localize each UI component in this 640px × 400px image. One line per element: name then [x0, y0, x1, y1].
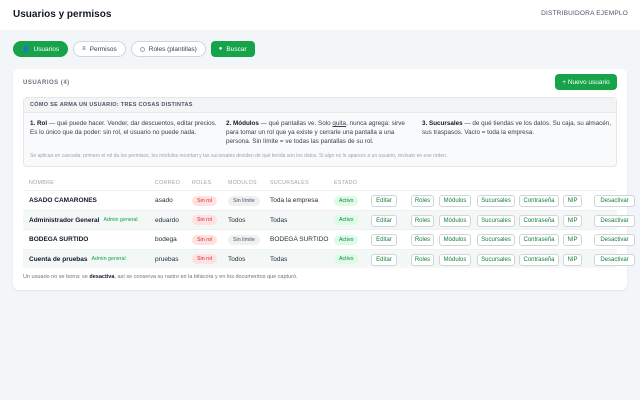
user-email: bodega	[155, 236, 177, 243]
nip-button[interactable]: NIP	[563, 234, 582, 246]
status-cell: Activo	[334, 211, 359, 230]
col-roles: ROLES	[192, 180, 212, 186]
status-badge: Activo	[334, 215, 359, 225]
new-user-button[interactable]: + Nuevo usuario	[555, 74, 617, 90]
user-email: asado	[155, 197, 173, 204]
user-name: Administrador General Admin general	[29, 216, 138, 224]
info-heading: CÓMO SE ARMA UN USUARIO: TRES COSAS DIST…	[24, 98, 616, 113]
modules-badge: Sin límite	[228, 234, 260, 245]
status-badge: Activo	[334, 234, 359, 245]
modules-cell: Todos	[228, 255, 246, 263]
tab-bar: 👤 Usuarios ≡ Permisos Roles (plantillas) ●…	[13, 41, 255, 57]
status-cell: Activo	[334, 191, 359, 210]
password-button[interactable]: Contraseña	[519, 195, 559, 207]
modules-button[interactable]: Módulos	[439, 234, 471, 246]
roles-button[interactable]: Roles	[411, 253, 434, 266]
roles-badge: Sin rol	[192, 254, 218, 264]
branches-cell: Todas	[270, 255, 288, 263]
admin-badge: Admin general	[103, 217, 138, 223]
deactivate-button[interactable]: Desactivar	[594, 195, 635, 207]
col-correo: CORREO	[155, 180, 181, 186]
users-card: USUARIOS (4) + Nuevo usuario CÓMO SE ARM…	[13, 69, 635, 290]
modules-button[interactable]: Módulos	[439, 195, 471, 207]
tab-roles[interactable]: Roles (plantillas)	[130, 41, 206, 57]
roles-cell: Sin rol	[192, 250, 218, 269]
col-sucursales: SUCURSALES	[270, 180, 309, 186]
nip-button[interactable]: NIP	[563, 195, 582, 207]
table-row: Cuenta de pruebas Admin general pruebas Sin…	[23, 248, 635, 269]
admin-badge: Admin general	[91, 256, 126, 262]
status-cell: Activo	[334, 230, 359, 249]
user-icon: 👤	[22, 46, 30, 53]
roles-badge: Sin rol	[192, 234, 218, 245]
table-header: NOMBRE CORREO ROLES MÓDULOS SUCURSALES E…	[23, 179, 617, 189]
roles-cell: Sin rol	[192, 230, 218, 249]
search-button[interactable]: ● Buscar	[210, 41, 255, 57]
table-row: Administrador General Admin general eduard…	[23, 209, 635, 230]
modules-cell: Todos	[228, 216, 246, 224]
circle-icon	[139, 46, 145, 52]
users-count-title: USUARIOS (4)	[23, 80, 70, 86]
col-estado: ESTADO	[334, 180, 358, 186]
info-footer: Se aplican en cascada: primero el rol da…	[30, 153, 448, 159]
info-rol: 1. Rol — qué puede hacer. Vender, dar de…	[30, 120, 217, 136]
nip-button[interactable]: NIP	[563, 253, 582, 266]
status-badge: Activo	[334, 254, 359, 264]
password-button[interactable]: Contraseña	[519, 234, 559, 246]
info-modulos: 2. Módulos — qué pantallas ve. Solo quit…	[226, 120, 405, 145]
lock-icon: ≡	[82, 46, 86, 52]
user-name: BODEGA SURTIDO	[29, 236, 89, 243]
roles-cell: Sin rol	[192, 191, 218, 210]
edit-button[interactable]: Editar	[371, 195, 397, 207]
col-nombre: NOMBRE	[29, 180, 55, 186]
branches-cell: Toda la empresa	[270, 197, 319, 204]
roles-badge: Sin rol	[192, 215, 218, 225]
page-title: Usuarios y permisos	[13, 9, 112, 20]
user-email: eduardo	[155, 216, 179, 224]
modules-button[interactable]: Módulos	[439, 253, 471, 266]
nip-button[interactable]: NIP	[563, 214, 582, 227]
deactivate-button[interactable]: Desactivar	[594, 214, 635, 227]
info-sucursales: 3. Sucursales — de qué tiendas ve los da…	[422, 120, 612, 136]
branches-cell: Todas	[270, 216, 288, 224]
table-row: BODEGA SURTIDO bodega Sin rol Sin límite BOD…	[23, 229, 635, 249]
user-email: pruebas	[155, 255, 179, 263]
password-button[interactable]: Contraseña	[519, 253, 559, 266]
roles-button[interactable]: Roles	[411, 214, 434, 227]
modules-badge: Sin límite	[228, 195, 260, 206]
branches-button[interactable]: Sucursales	[477, 234, 515, 246]
edit-button[interactable]: Editar	[371, 234, 397, 246]
modules-cell: Sin límite	[228, 191, 260, 210]
deactivate-button[interactable]: Desactivar	[594, 234, 635, 246]
branches-cell: BODEGA SURTIDO	[270, 236, 329, 243]
roles-badge: Sin rol	[192, 195, 218, 206]
modules-button[interactable]: Módulos	[439, 214, 471, 227]
user-name: Cuenta de pruebas Admin general	[29, 255, 126, 263]
tab-usuarios[interactable]: 👤 Usuarios	[13, 41, 69, 57]
roles-button[interactable]: Roles	[411, 195, 434, 207]
search-icon: ●	[218, 46, 223, 52]
password-button[interactable]: Contraseña	[519, 214, 559, 227]
edit-button[interactable]: Editar	[371, 253, 397, 266]
branches-button[interactable]: Sucursales	[477, 214, 515, 227]
status-badge: Activo	[334, 195, 359, 206]
status-cell: Activo	[334, 250, 359, 269]
table-row: ASADO CAMARONES asado Sin rol Sin límite Tod…	[23, 190, 635, 210]
branches-button[interactable]: Sucursales	[477, 253, 515, 266]
company-name: DISTRIBUIDORA EJEMPLO	[541, 10, 628, 17]
col-modulos: MÓDULOS	[228, 180, 257, 186]
info-box: CÓMO SE ARMA UN USUARIO: TRES COSAS DIST…	[23, 97, 617, 167]
roles-cell: Sin rol	[192, 211, 218, 230]
tab-permisos[interactable]: ≡ Permisos	[73, 41, 126, 57]
deactivate-button[interactable]: Desactivar	[594, 253, 635, 266]
edit-button[interactable]: Editar	[371, 214, 397, 227]
user-name: ASADO CAMARONES	[29, 197, 97, 204]
branches-button[interactable]: Sucursales	[477, 195, 515, 207]
roles-button[interactable]: Roles	[411, 234, 434, 246]
top-header: Usuarios y permisos DISTRIBUIDORA EJEMPL…	[0, 0, 640, 30]
modules-cell: Sin límite	[228, 230, 260, 249]
footnote: Un usuario no se borra: se desactiva, as…	[23, 274, 298, 280]
